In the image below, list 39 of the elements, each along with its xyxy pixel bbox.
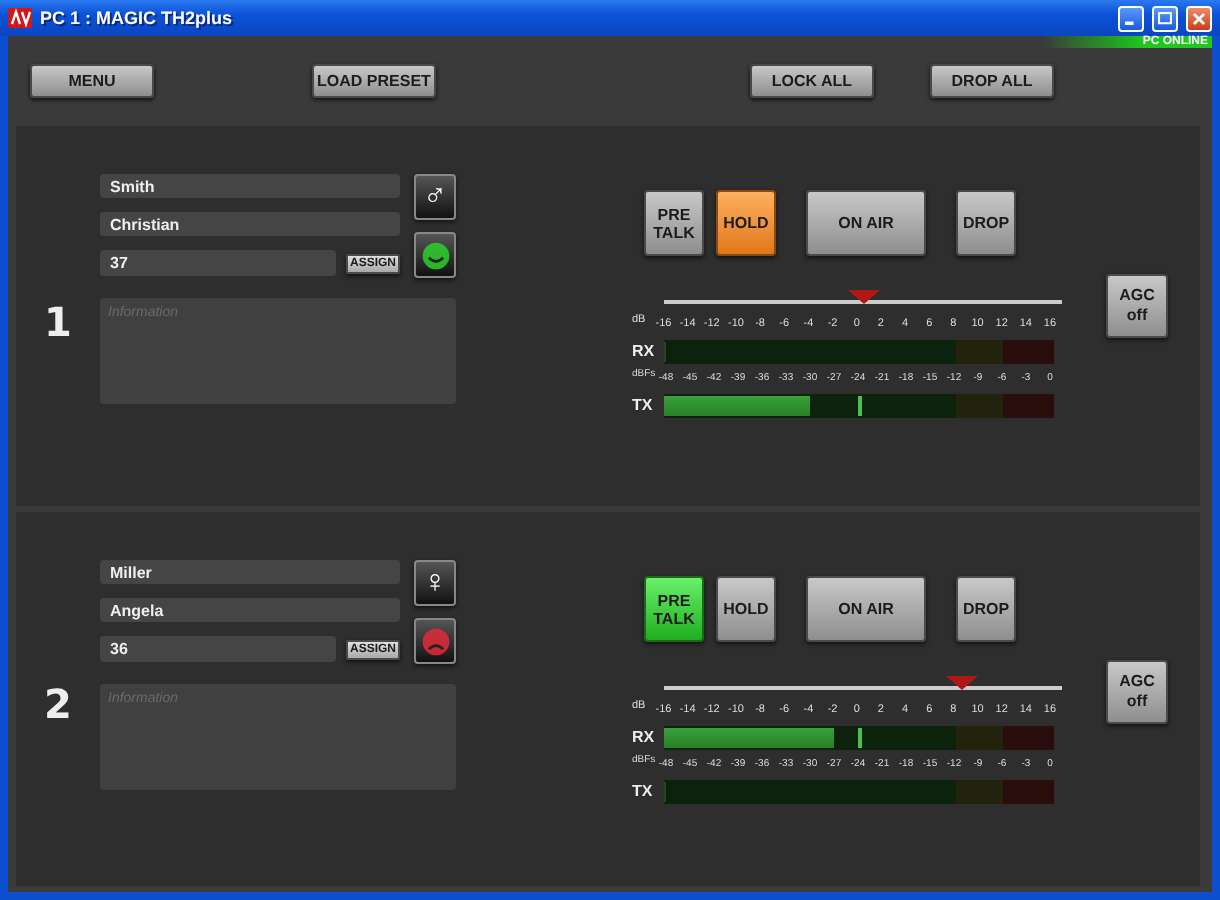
meter-label: RX xyxy=(632,342,657,360)
meter-label: TX xyxy=(632,396,655,414)
caller-id-field[interactable]: 37 xyxy=(100,250,336,276)
call-button[interactable]: HOLD xyxy=(716,576,776,642)
agc-button[interactable]: AGC off xyxy=(1106,274,1168,338)
smiley-face-icon xyxy=(419,239,451,271)
first-name-field[interactable]: Angela xyxy=(100,598,400,622)
caller-id-field[interactable]: 36 xyxy=(100,636,336,662)
status-button[interactable] xyxy=(414,618,456,664)
gender-button[interactable]: ♀ xyxy=(414,560,456,606)
meter-label: RX xyxy=(632,728,657,746)
minimize-icon[interactable] xyxy=(1118,5,1144,31)
meter-label: TX xyxy=(632,782,655,800)
toolbar-button[interactable]: LOAD PRESET xyxy=(312,64,436,98)
app-logo-icon xyxy=(8,8,32,28)
gain-marker-icon[interactable] xyxy=(847,290,879,304)
gain-marker-icon[interactable] xyxy=(946,676,979,690)
line-number: 1 xyxy=(42,295,74,349)
call-button[interactable]: ON AIR xyxy=(806,576,926,642)
call-button[interactable]: PRE TALK xyxy=(644,190,704,256)
call-button[interactable]: PRE TALK xyxy=(644,576,704,642)
status-button[interactable] xyxy=(414,232,456,278)
window-title: PC 1 : MAGIC TH2plus xyxy=(40,8,235,28)
call-button[interactable]: DROP xyxy=(956,190,1016,256)
gender-button[interactable]: ♂ xyxy=(414,174,456,220)
call-button[interactable]: ON AIR xyxy=(806,190,926,256)
toolbar-button[interactable]: LOCK ALL xyxy=(750,64,874,98)
line-number: 2 xyxy=(42,678,74,732)
close-icon[interactable] xyxy=(1186,5,1212,31)
maximize-icon[interactable] xyxy=(1152,5,1178,31)
call-button[interactable]: DROP xyxy=(956,576,1016,642)
last-name-field[interactable]: Smith xyxy=(100,174,400,198)
first-name-field[interactable]: Christian xyxy=(100,212,400,236)
agc-button[interactable]: AGC off xyxy=(1106,660,1168,724)
last-name-field[interactable]: Miller xyxy=(100,560,400,584)
sad-face-icon xyxy=(419,625,451,657)
call-button[interactable]: HOLD xyxy=(716,190,776,256)
toolbar-button[interactable]: DROP ALL xyxy=(930,64,1054,98)
toolbar-button[interactable]: MENU xyxy=(30,64,154,98)
